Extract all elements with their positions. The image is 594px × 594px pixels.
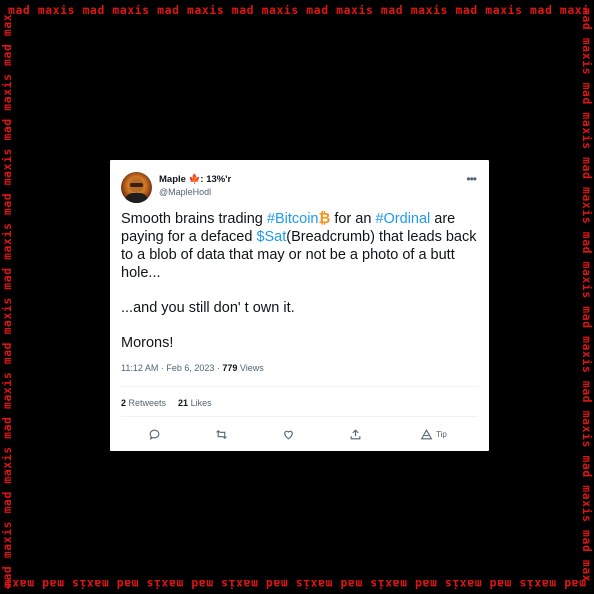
avatar-goggles xyxy=(130,183,143,187)
reply-button[interactable] xyxy=(148,427,161,441)
tip-button[interactable]: Tip xyxy=(420,427,447,441)
cashtag-sat[interactable]: $Sat xyxy=(256,229,286,245)
divider xyxy=(121,386,478,387)
hashtag-ordinal[interactable]: #Ordinal xyxy=(375,211,430,227)
retweet-icon xyxy=(216,429,227,439)
tweet-paragraph-2: ...and you still don' t own it. xyxy=(121,300,295,316)
tweet-paragraph-3: Morons! xyxy=(121,335,174,351)
retweets-label: Retweets xyxy=(126,398,167,408)
views-label: Views xyxy=(237,363,264,373)
tweet-paragraph-1: Smooth brains trading #Bitcoin₿ for an #… xyxy=(121,210,481,282)
tip-label: Tip xyxy=(436,429,447,439)
author-name[interactable]: Maple 🍁: 13%'r xyxy=(159,174,231,185)
tweet-timestamp[interactable]: 11:12 AM · Feb 6, 2023 · xyxy=(121,363,222,373)
divider xyxy=(121,416,478,417)
retweet-button[interactable] xyxy=(215,427,228,441)
tweet-meta: 11:12 AM · Feb 6, 2023 · 779 Views xyxy=(121,363,264,373)
heart-icon xyxy=(284,430,293,439)
border-text-top: mad maxis mad maxis mad maxis mad maxis … xyxy=(8,5,590,17)
likes-count: 21 xyxy=(178,398,189,408)
bitcoin-icon: ₿ xyxy=(318,211,331,227)
reply-icon xyxy=(149,429,160,440)
like-button[interactable] xyxy=(282,427,295,441)
tweet-header: Maple 🍁: 13%'r @MapleHodl ••• xyxy=(121,172,478,206)
more-options-icon[interactable]: ••• xyxy=(466,172,477,186)
text-segment: for an xyxy=(330,211,376,227)
border-text-left: mad maxis mad maxis mad maxis mad maxis … xyxy=(2,13,14,588)
action-bar: Tip xyxy=(121,425,478,445)
author-handle[interactable]: @MapleHodl xyxy=(159,187,211,197)
tweet-text: Smooth brains trading #Bitcoin₿ for an #… xyxy=(121,210,481,369)
poster-frame: mad maxis mad maxis mad maxis mad maxis … xyxy=(0,0,594,594)
tweet-card: Maple 🍁: 13%'r @MapleHodl ••• Smooth bra… xyxy=(110,160,489,451)
avatar-suit xyxy=(125,193,148,203)
share-button[interactable] xyxy=(349,427,362,441)
hashtag-bitcoin[interactable]: #Bitcoin xyxy=(267,211,319,227)
text-segment: Smooth brains trading xyxy=(121,211,267,227)
tip-icon xyxy=(420,428,433,439)
views-count: 779 xyxy=(222,363,238,373)
share-icon xyxy=(350,428,361,439)
border-text-right: mad maxis mad maxis mad maxis mad maxis … xyxy=(580,8,592,583)
likes-stat[interactable]: 21 Likes xyxy=(178,398,212,408)
tweet-stats: 2 Retweets 21 Likes xyxy=(121,398,212,408)
border-text-bottom: mad maxis mad maxis mad maxis mad maxis … xyxy=(4,577,586,589)
avatar[interactable] xyxy=(121,172,152,203)
likes-label: Likes xyxy=(188,398,212,408)
retweets-stat[interactable]: 2 Retweets xyxy=(121,398,166,408)
